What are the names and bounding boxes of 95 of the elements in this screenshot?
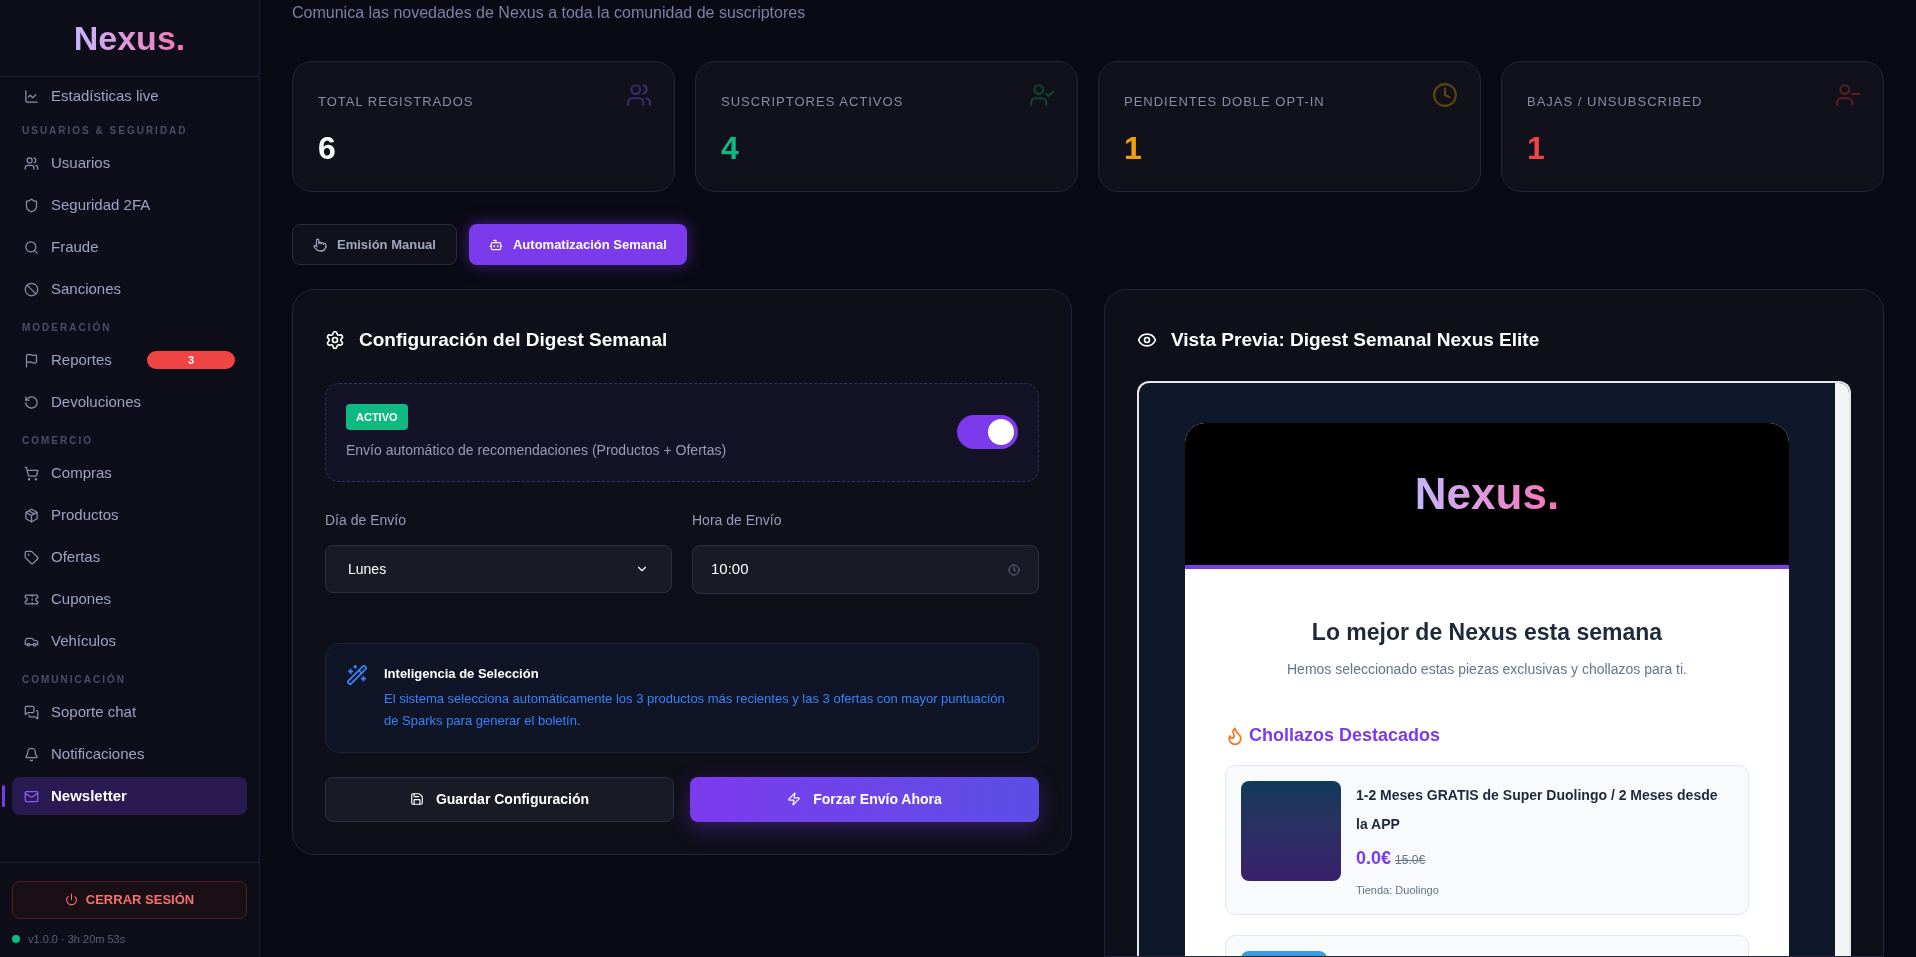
mail-icon	[24, 788, 39, 804]
users-icon	[24, 155, 39, 171]
store-label: Tienda: Duolingo	[1356, 883, 1440, 898]
sidebar-item[interactable]: Ofertas	[12, 538, 247, 576]
cart-icon	[24, 465, 39, 481]
chat-icon	[24, 704, 39, 720]
sidebar-item-label: Cupones	[51, 588, 112, 609]
sidebar-item-label: Reportes	[51, 349, 112, 370]
deal-price: 0.0€	[1356, 847, 1392, 870]
info-text: El sistema selecciona automáticamente los 3 productos más recientes y las 3 ofertas con mayor puntuación de Sparks para generar el boletín.	[384, 689, 1006, 730]
email-subheading: Hemos seleccionado estas piezas exclusivas y chollazos para ti.	[1286, 660, 1688, 679]
sidebar-item[interactable]: Vehículos	[12, 622, 247, 660]
sidebar-item-label: Compras	[51, 462, 112, 483]
sidebar-item-label: Fraude	[51, 236, 99, 257]
sidebar-item[interactable]: Cupones	[12, 580, 247, 618]
ticket-icon	[24, 591, 39, 607]
email-heading: Lo mejor de Nexus esta semana	[1310, 617, 1664, 647]
status-badge: ACTIVO	[346, 403, 408, 430]
sidebar-item-label: Productos	[51, 504, 119, 525]
stat-value: 1	[1124, 128, 1143, 168]
sidebar-item[interactable]: Compras	[12, 454, 247, 492]
stat-value: 6	[318, 128, 337, 168]
shield-icon	[24, 197, 39, 213]
active-indicator	[2, 785, 5, 807]
sidebar-item-label: Vehículos	[51, 630, 117, 651]
section-title: Chollazos Destacados	[1249, 724, 1441, 747]
stat-label: TOTAL REGISTRADOS	[318, 93, 474, 111]
sidebar-item-label: Devoluciones	[51, 391, 142, 412]
section-heading: USUARIOS & SEGURIDAD	[21, 124, 189, 138]
time-field[interactable]: 10:00	[692, 545, 1039, 594]
user-minus-icon	[1835, 82, 1861, 108]
stat-label: PENDIENTES DOBLE OPT-IN	[1124, 93, 1325, 111]
magic-wand-icon	[346, 664, 368, 686]
sidebar-item[interactable]: Notificaciones	[12, 735, 247, 773]
chart-icon	[24, 88, 39, 104]
stat-label: BAJAS / UNSUBSCRIBED	[1527, 93, 1703, 111]
sidebar-item[interactable]: Soporte chat	[12, 693, 247, 731]
users-icon	[626, 82, 652, 108]
flame-icon	[1225, 725, 1245, 746]
ban-icon	[24, 281, 39, 297]
sidebar-item-label: Seguridad 2FA	[51, 194, 151, 215]
section-heading: MODERACIÓN	[21, 320, 113, 335]
sidebar-item[interactable]: Reportes 3	[12, 341, 247, 379]
stat-value: 4	[721, 128, 740, 168]
save-icon	[409, 792, 424, 806]
sidebar-item-label: Notificaciones	[51, 743, 145, 764]
robot-icon	[488, 237, 503, 252]
sidebar-item-label: Ofertas	[51, 546, 101, 567]
toggle-switch[interactable]	[957, 415, 1018, 450]
search-icon	[24, 239, 39, 255]
user-check-icon	[1029, 82, 1055, 108]
save-button[interactable]: Guardar Configuración	[325, 776, 674, 822]
sidebar-item[interactable]: Usuarios	[12, 144, 247, 182]
sidebar-item-label: Sanciones	[51, 278, 122, 299]
package-icon	[24, 507, 39, 523]
sidebar-item[interactable]: Sanciones	[12, 270, 247, 308]
section-heading: COMUNICACIÓN	[21, 672, 127, 687]
sidebar-item-label: Usuarios	[51, 152, 111, 173]
sidebar-item-label: Soporte chat	[51, 701, 137, 722]
gear-icon	[325, 330, 345, 351]
undo-icon	[24, 394, 39, 410]
count-badge: 3	[147, 351, 235, 369]
sidebar-item-label: Estadísticas live	[51, 85, 159, 106]
tab[interactable]: Emisión Manual	[292, 224, 457, 265]
version-text: v1.0.0 · 3h 20m 53s	[28, 931, 126, 947]
tag-icon	[24, 549, 39, 565]
sidebar-item[interactable]: Seguridad 2FA	[12, 186, 247, 224]
info-title: Inteligencia de Selección	[384, 665, 540, 683]
logout-button[interactable]: CERRAR SESIÓN	[12, 880, 247, 919]
field-label: Hora de Envío	[692, 511, 783, 530]
bell-icon	[24, 746, 39, 762]
panel-title: Vista Previa: Digest Semanal Nexus Elite	[1171, 328, 1540, 352]
sidebar-item[interactable]: Estadísticas live	[12, 77, 247, 115]
stat-value: 1	[1527, 128, 1546, 168]
clock-icon	[1008, 563, 1020, 576]
sidebar-item-label: Newsletter	[51, 785, 127, 806]
force-send-button[interactable]: Forzar Envío Ahora	[690, 776, 1039, 822]
field-label: Día de Envío	[325, 511, 407, 530]
power-icon	[64, 893, 78, 906]
day-select[interactable]: Lunes	[325, 545, 672, 593]
sidebar-item[interactable]: Productos	[12, 496, 247, 534]
sidebar-item[interactable]: Fraude	[12, 228, 247, 266]
old-price: 15.0€	[1395, 852, 1426, 869]
lightning-icon	[787, 792, 802, 806]
clock-icon	[1432, 82, 1458, 108]
panel-title: Configuración del Digest Semanal	[359, 328, 668, 352]
flag-icon	[24, 352, 39, 368]
status-description: Envío automático de recomendaciones (Productos + Ofertas)	[346, 441, 727, 460]
deal-title: 1-2 Meses GRATIS de Super Duolingo / 2 Meses desde la APP	[1356, 786, 1719, 834]
sidebar-item[interactable]: Devoluciones	[12, 383, 247, 421]
section-heading: COMERCIO	[21, 434, 94, 448]
stat-label: SUSCRIPTORES ACTIVOS	[721, 93, 904, 111]
pointer-icon	[313, 237, 327, 252]
tab[interactable]: Automatización Semanal	[468, 224, 687, 265]
page-subtitle: Comunica las novedades de Nexus a toda la comunidad de suscriptores	[292, 3, 807, 23]
